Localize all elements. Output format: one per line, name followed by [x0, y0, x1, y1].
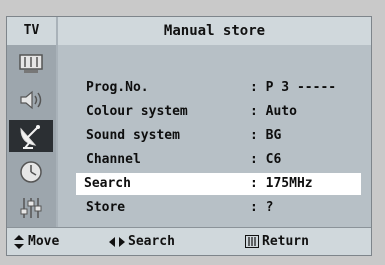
- menu-row-value: : C6: [250, 152, 282, 167]
- footer-hint-bar: Move Search Return: [7, 227, 371, 255]
- menu-row-value: : 175MHz: [250, 176, 313, 191]
- up-down-arrows-icon: [14, 234, 24, 249]
- menu-row-value: : Auto: [250, 104, 297, 119]
- menu-row-label: Colour system: [86, 104, 188, 119]
- setup-icon[interactable]: [11, 193, 51, 223]
- menu-row-value: : P 3 -----: [250, 80, 337, 95]
- menu-row-label: Store: [86, 200, 126, 215]
- menu-row-label: Sound system: [86, 128, 180, 143]
- menu-row-channel[interactable]: Channel : C6: [78, 149, 365, 171]
- menu-title: Manual store: [163, 23, 266, 39]
- menu-row-value: : BG: [250, 128, 282, 143]
- sound-icon[interactable]: [11, 85, 51, 115]
- menu-row-value: : ?: [250, 200, 274, 215]
- move-hint-label: Move: [28, 234, 60, 249]
- menu-row-colour-system[interactable]: Colour system : Auto: [78, 101, 365, 123]
- return-hint-label: Return: [262, 234, 309, 249]
- menu-button-icon: [245, 235, 259, 248]
- move-hint: Move: [13, 228, 59, 255]
- timer-icon[interactable]: [11, 157, 51, 187]
- search-hint: Search: [109, 228, 175, 255]
- return-hint: Return: [245, 228, 309, 255]
- source-label: TV: [7, 17, 58, 45]
- menu-content: Prog.No. : P 3 ----- Colour system : Aut…: [58, 45, 371, 230]
- menu-row-label: Search: [84, 176, 131, 191]
- menu-category-sidebar: [7, 45, 56, 230]
- title-bar: TV Manual store: [7, 17, 371, 45]
- osd-menu-window: TV Manual store Prog.No.: P 3 ----- Col…: [6, 16, 372, 256]
- menu-row-label: Channel: [86, 152, 141, 167]
- picture-icon[interactable]: [11, 49, 51, 79]
- channel-icon[interactable]: [9, 120, 53, 152]
- menu-row-prog-no[interactable]: Prog.No. : P 3 -----: [78, 77, 365, 99]
- menu-row-sound-system[interactable]: Sound system : BG: [78, 125, 365, 147]
- search-hint-label: Search: [128, 234, 175, 249]
- menu-row-store[interactable]: Store : ?: [78, 197, 365, 219]
- left-right-arrows-icon: [109, 236, 125, 247]
- menu-row-search[interactable]: Search : 175MHz: [76, 173, 361, 195]
- menu-row-label: Prog.No.: [86, 80, 149, 95]
